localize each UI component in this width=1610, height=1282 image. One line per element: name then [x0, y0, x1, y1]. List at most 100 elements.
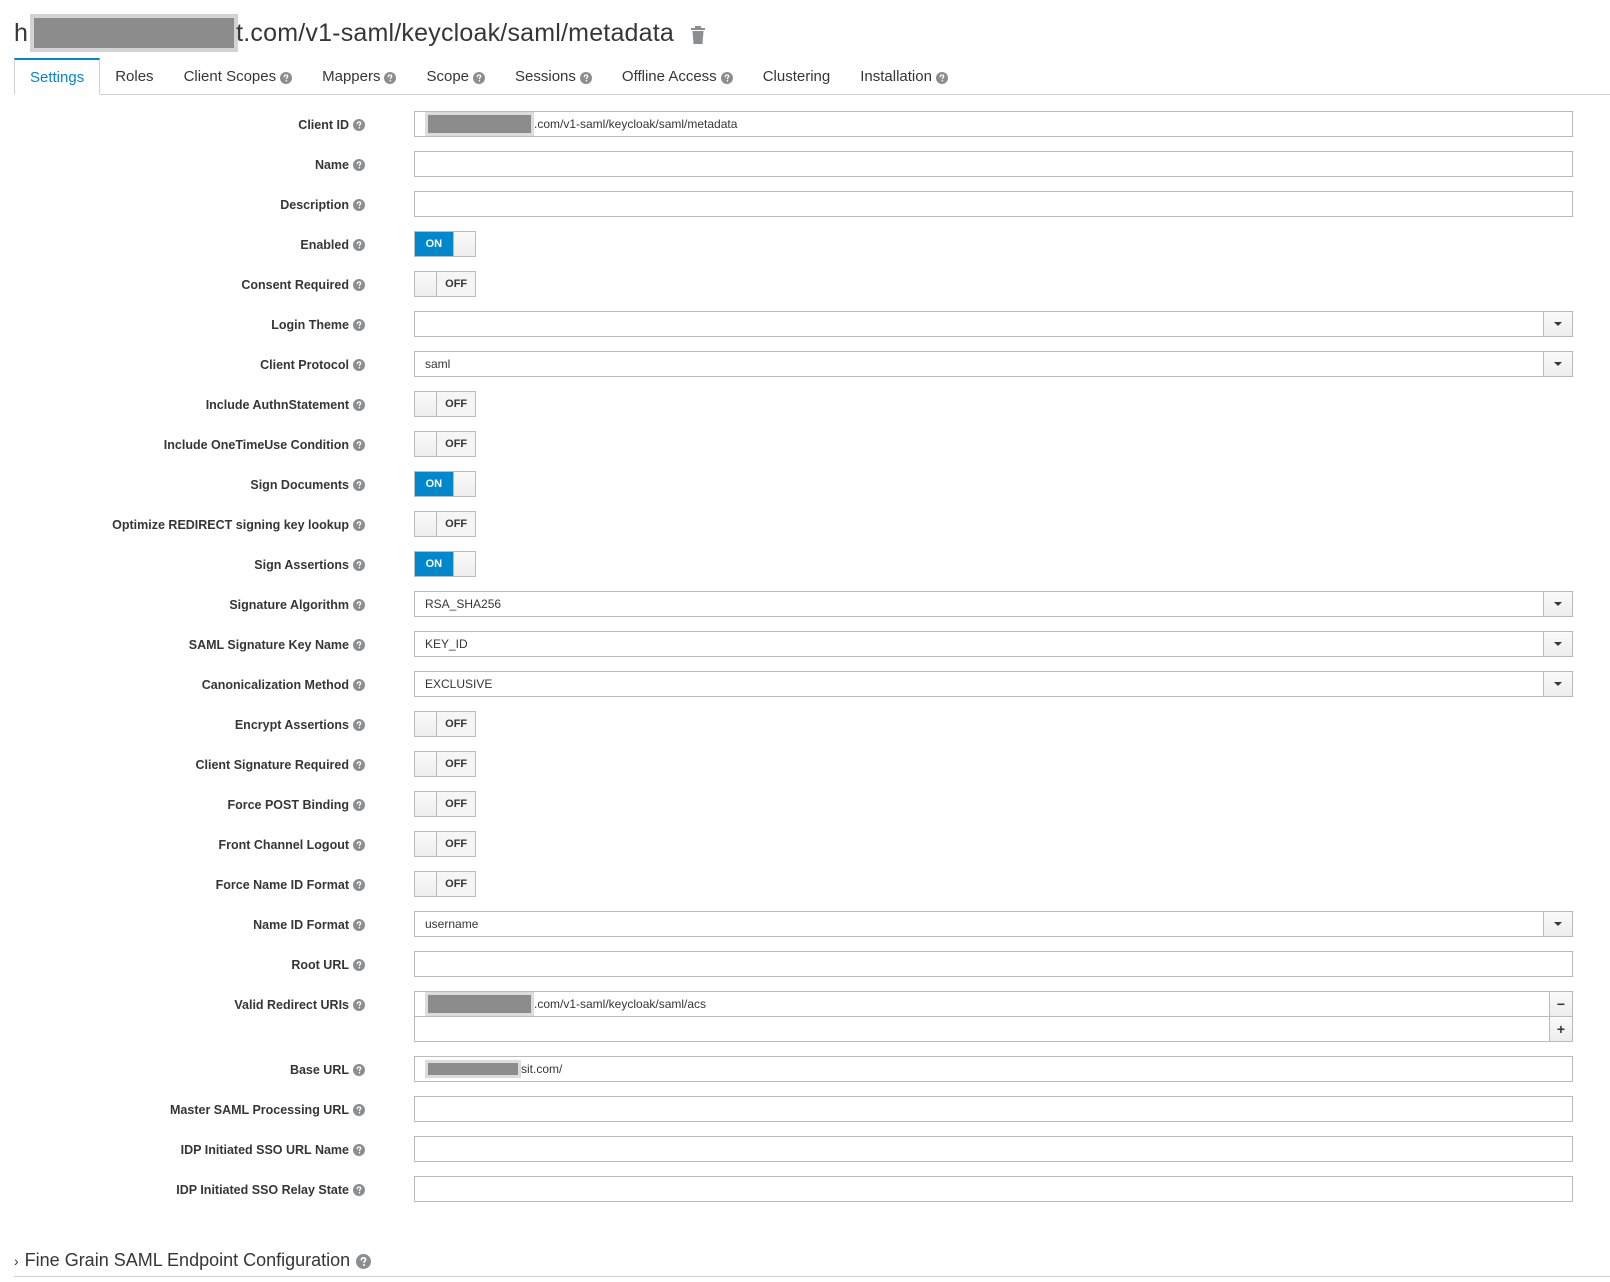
client-id-input[interactable]: .com/v1-saml/keycloak/saml/metadata: [414, 111, 1573, 137]
name-input[interactable]: [414, 151, 1573, 177]
consent-required-toggle[interactable]: OFF: [414, 271, 476, 297]
front-channel-logout-toggle[interactable]: OFF: [414, 831, 476, 857]
remove-uri-button[interactable]: −: [1549, 991, 1573, 1017]
row-sign-documents: Sign Documents ON: [0, 471, 1610, 498]
include-authn-toggle[interactable]: OFF: [414, 391, 476, 417]
sign-documents-toggle[interactable]: ON: [414, 471, 476, 497]
tab-client-scopes[interactable]: Client Scopes: [169, 59, 308, 94]
page-title-prefix: h: [14, 18, 29, 47]
fine-grain-title: Fine Grain SAML Endpoint Configuration: [24, 1250, 351, 1270]
chevron-down-icon[interactable]: [1543, 672, 1572, 696]
canonicalization-method-select[interactable]: EXCLUSIVE: [414, 671, 1573, 697]
row-encrypt-assertions: Encrypt Assertions OFF: [0, 711, 1610, 738]
new-redirect-uri-input[interactable]: +: [414, 1016, 1573, 1042]
help-icon: [353, 118, 365, 131]
field-label: IDP Initiated SSO URL Name: [181, 1136, 365, 1163]
include-onetime-toggle[interactable]: OFF: [414, 431, 476, 457]
row-name-id-format: Name ID Format username: [0, 911, 1610, 938]
help-icon: [353, 718, 365, 731]
row-root-url: Root URL: [0, 951, 1610, 978]
row-consent-required: Consent Required OFF: [0, 271, 1610, 298]
idp-sso-relay-state-input[interactable]: [414, 1176, 1573, 1202]
help-icon: [353, 598, 365, 611]
help-icon: [935, 71, 948, 84]
valid-redirect-uris: .com/v1-saml/keycloak/saml/acs − +: [414, 991, 1573, 1042]
saml-signature-key-name-select[interactable]: KEY_ID: [414, 631, 1573, 657]
field-label: Include AuthnStatement: [206, 391, 365, 418]
row-force-name-id: Force Name ID Format OFF: [0, 871, 1610, 898]
tab-roles[interactable]: Roles: [100, 59, 168, 94]
redacted-block: [34, 18, 235, 48]
chevron-down-icon[interactable]: [1543, 352, 1572, 376]
master-saml-url-input[interactable]: [414, 1096, 1573, 1122]
login-theme-select[interactable]: [414, 311, 1573, 337]
tab-clustering[interactable]: Clustering: [748, 59, 846, 94]
row-saml-sig-key-name: SAML Signature Key Name KEY_ID: [0, 631, 1610, 658]
row-canonicalization: Canonicalization Method EXCLUSIVE: [0, 671, 1610, 698]
help-icon: [353, 758, 365, 771]
row-force-post: Force POST Binding OFF: [0, 791, 1610, 818]
root-url-input[interactable]: [414, 951, 1573, 977]
enabled-toggle[interactable]: ON: [414, 231, 476, 257]
field-label: Client Protocol: [260, 351, 365, 378]
add-uri-button[interactable]: +: [1549, 1016, 1573, 1042]
tab-label: Mappers: [322, 68, 381, 85]
trash-icon[interactable]: [690, 23, 706, 44]
chevron-down-icon[interactable]: [1543, 632, 1572, 656]
tab-settings[interactable]: Settings: [14, 58, 101, 95]
tab-label: Roles: [115, 68, 154, 85]
help-icon: [353, 1063, 365, 1076]
field-label: Valid Redirect URIs: [234, 991, 365, 1018]
field-label: Encrypt Assertions: [235, 711, 365, 738]
chevron-down-icon[interactable]: [1543, 312, 1572, 336]
sign-assertions-toggle[interactable]: ON: [414, 551, 476, 577]
help-icon: [353, 1183, 365, 1196]
tab-label: Sessions: [515, 68, 576, 85]
chevron-right-icon: ›: [14, 1252, 19, 1269]
tab-offline-access[interactable]: Offline Access: [607, 59, 748, 94]
help-icon: [353, 958, 365, 971]
row-enabled: Enabled ON: [0, 231, 1610, 258]
row-base-url: Base URL sit.com/: [0, 1056, 1610, 1083]
row-include-onetime: Include OneTimeUse Condition OFF: [0, 431, 1610, 458]
help-icon: [353, 838, 365, 851]
help-icon: [353, 358, 365, 371]
tab-label: Installation: [860, 68, 932, 85]
tab-mappers[interactable]: Mappers: [307, 59, 411, 94]
page-title-text: t.com/v1-saml/keycloak/saml/metadata: [236, 18, 675, 47]
field-label: Name: [315, 151, 365, 178]
field-label: Sign Documents: [250, 471, 365, 498]
idp-sso-url-name-input[interactable]: [414, 1136, 1573, 1162]
page-title: h t.com/v1-saml/keycloak/saml/metadata: [14, 18, 706, 48]
description-input[interactable]: [414, 191, 1573, 217]
field-label: IDP Initiated SSO Relay State: [176, 1176, 365, 1203]
client-signature-required-toggle[interactable]: OFF: [414, 751, 476, 777]
help-icon: [353, 878, 365, 891]
tab-sessions[interactable]: Sessions: [500, 59, 607, 94]
tab-installation[interactable]: Installation: [845, 59, 963, 94]
help-icon: [280, 71, 293, 84]
help-icon: [353, 678, 365, 691]
redirect-uri-input[interactable]: .com/v1-saml/keycloak/saml/acs −: [414, 991, 1573, 1017]
force-name-id-format-toggle[interactable]: OFF: [414, 871, 476, 897]
chevron-down-icon[interactable]: [1543, 592, 1572, 616]
chevron-down-icon[interactable]: [1543, 912, 1572, 936]
encrypt-assertions-toggle[interactable]: OFF: [414, 711, 476, 737]
field-label: Force POST Binding: [227, 791, 365, 818]
help-icon: [384, 71, 397, 84]
redacted-block: [428, 115, 531, 133]
help-icon: [353, 278, 365, 291]
help-icon: [353, 518, 365, 531]
help-icon: [353, 198, 365, 211]
tab-scope[interactable]: Scope: [411, 59, 500, 94]
optimize-redirect-toggle[interactable]: OFF: [414, 511, 476, 537]
name-id-format-select[interactable]: username: [414, 911, 1573, 937]
row-idp-sso-name: IDP Initiated SSO URL Name: [0, 1136, 1610, 1163]
tab-label: Scope: [426, 68, 470, 85]
client-protocol-select[interactable]: saml: [414, 351, 1573, 377]
help-icon: [353, 318, 365, 331]
fine-grain-section-toggle[interactable]: › Fine Grain SAML Endpoint Configuration: [14, 1250, 372, 1271]
force-post-binding-toggle[interactable]: OFF: [414, 791, 476, 817]
base-url-input[interactable]: sit.com/: [414, 1056, 1573, 1082]
signature-algorithm-select[interactable]: RSA_SHA256: [414, 591, 1573, 617]
